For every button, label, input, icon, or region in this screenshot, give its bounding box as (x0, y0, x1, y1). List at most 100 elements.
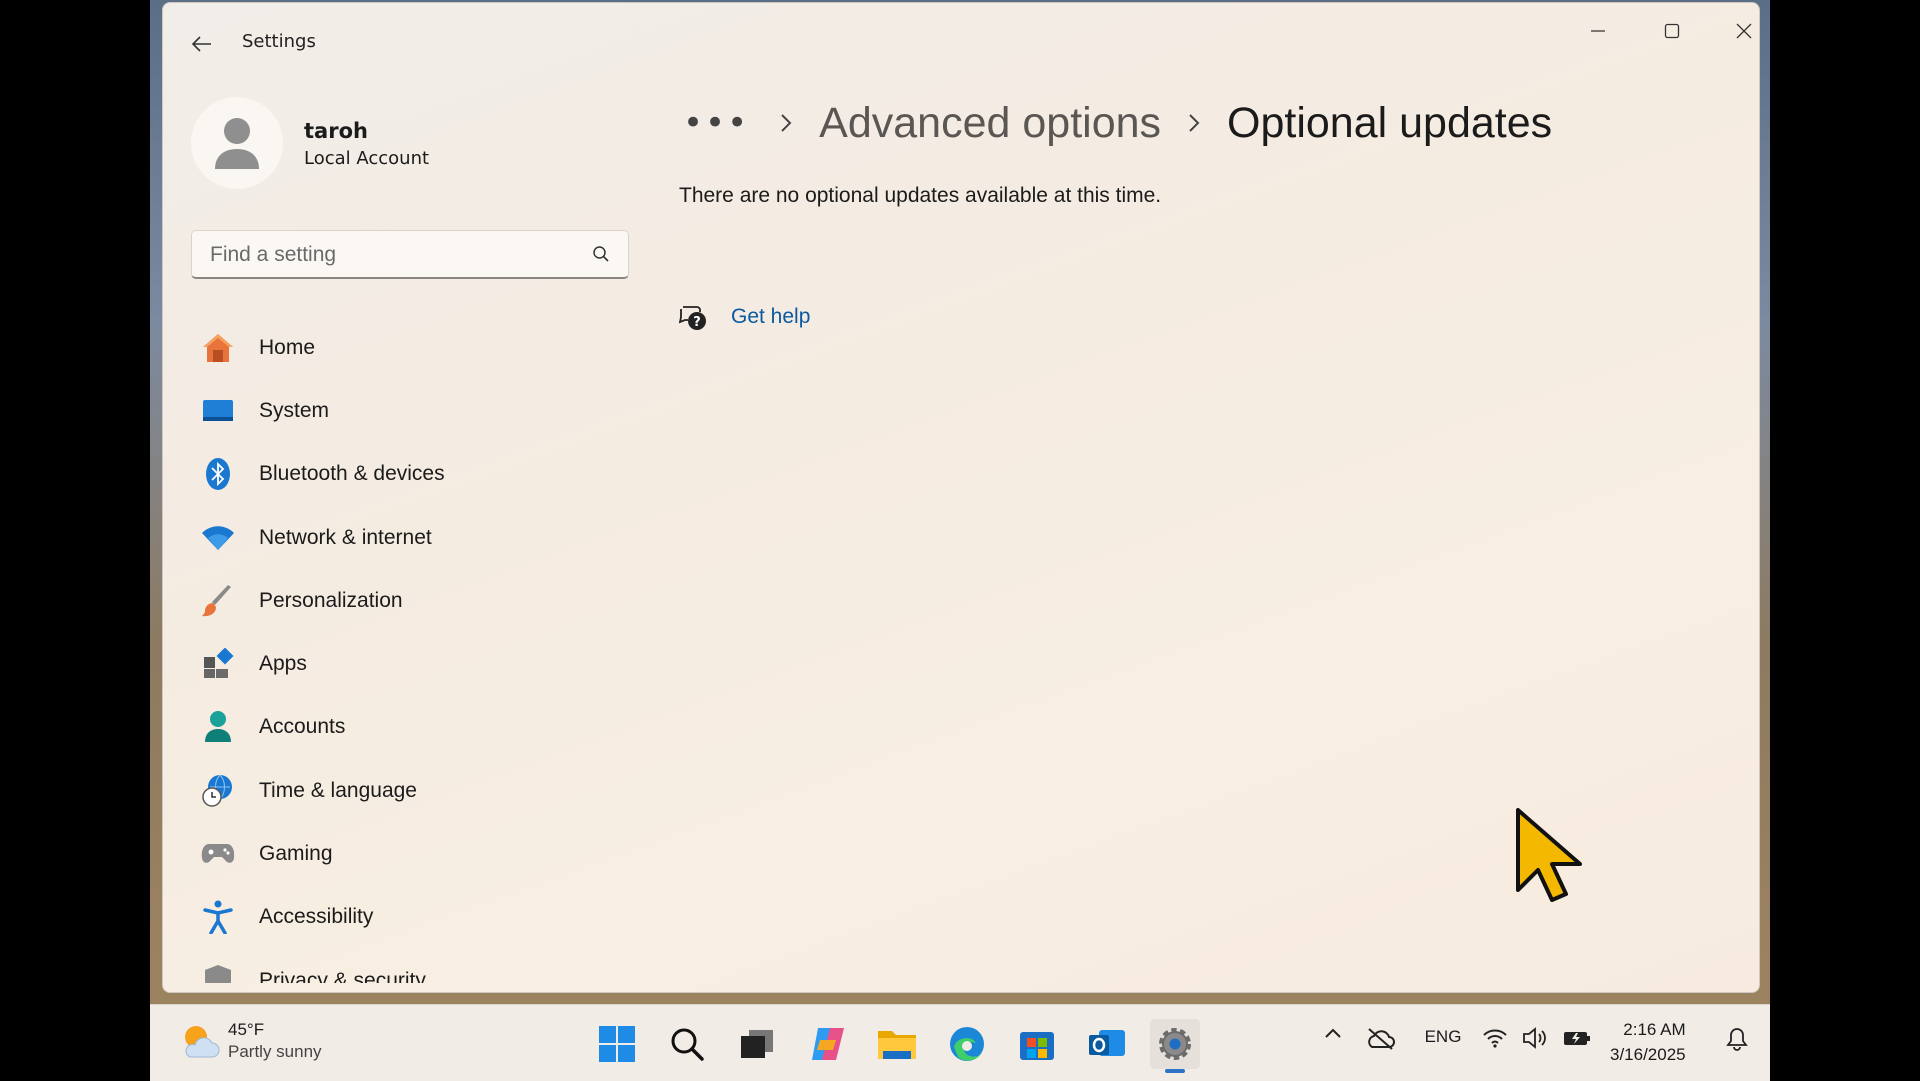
apps-icon (201, 647, 235, 681)
gamepad-icon (201, 837, 235, 871)
profile-name: taroh (304, 119, 368, 143)
brush-icon (201, 584, 235, 618)
letterbox-right (1770, 0, 1920, 1080)
sidebar-item-label: Gaming (259, 842, 333, 866)
maximize-icon (1664, 23, 1680, 39)
outlook-icon (1089, 1030, 1125, 1056)
help-chat-icon: ? (679, 306, 706, 330)
chevron-right-icon (781, 114, 792, 132)
sidebar-item-label: Privacy & security (259, 968, 426, 983)
globe-clock-icon (201, 774, 235, 808)
windows-logo-icon (599, 1026, 635, 1062)
settings-taskbar-button[interactable] (1150, 1019, 1200, 1073)
store-button[interactable] (1012, 1019, 1062, 1069)
sidebar-item-personalization[interactable]: Personalization (191, 569, 631, 632)
sidebar-item-system[interactable]: System (191, 379, 631, 442)
sidebar-item-home[interactable]: Home (191, 316, 631, 379)
back-button[interactable] (185, 27, 219, 61)
sidebar-item-label: Home (259, 335, 316, 359)
get-help-label: Get help (731, 305, 811, 328)
store-icon (1020, 1032, 1054, 1060)
folder-icon (878, 1031, 916, 1059)
edge-button[interactable] (942, 1019, 992, 1069)
title-bar: Settings (163, 3, 1759, 83)
sidebar-nav: Home System Bluetooth & devices Network … (191, 316, 631, 983)
back-arrow-icon (192, 36, 211, 52)
task-view-icon (741, 1030, 773, 1058)
taskbar-search-button[interactable] (662, 1019, 712, 1069)
outlook-button[interactable] (1082, 1019, 1132, 1069)
search-icon (671, 1028, 704, 1061)
search-icon[interactable] (592, 245, 610, 263)
sidebar-item-time-language[interactable]: Time & language (191, 759, 631, 822)
shield-icon (201, 964, 235, 983)
copilot-icon (812, 1028, 844, 1060)
sidebar-item-accounts[interactable]: Accounts (191, 696, 631, 759)
profile-account-type: Local Account (304, 148, 430, 169)
file-explorer-button[interactable] (872, 1019, 922, 1069)
system-icon (201, 394, 235, 428)
bluetooth-icon (201, 457, 235, 491)
weather-condition: Partly sunny (228, 1042, 322, 1061)
close-icon (1736, 23, 1752, 39)
cloud-offline-icon (1368, 1028, 1395, 1050)
avatar[interactable] (191, 97, 283, 189)
wifi-icon (201, 521, 235, 555)
language-indicator: ENG (1424, 1027, 1462, 1046)
settings-gear-icon (1159, 1028, 1191, 1060)
close-button[interactable] (1721, 15, 1759, 47)
notification-center-button[interactable] (1722, 1027, 1752, 1051)
taskbar: 45°F Partly sunny ENG 2:16 AM 3/16/2025 (150, 1004, 1770, 1081)
active-indicator (1165, 1069, 1185, 1073)
sidebar-item-label: Accounts (259, 715, 346, 739)
get-help-link[interactable]: ? Get help (679, 303, 810, 331)
volume-icon (1523, 1027, 1546, 1049)
minimize-icon (1591, 30, 1605, 32)
copilot-button[interactable] (802, 1019, 852, 1069)
window-title: Settings (242, 31, 316, 52)
partly-sunny-icon (185, 1026, 220, 1058)
sidebar-item-network[interactable]: Network & internet (191, 506, 631, 569)
breadcrumb-advanced-options[interactable]: Advanced options (819, 99, 1161, 148)
sidebar-item-label: Personalization (259, 588, 403, 612)
input-language-button[interactable]: ENG (1418, 1027, 1468, 1047)
mouse-pointer-icon (1516, 808, 1582, 902)
no-updates-message: There are no optional updates available … (679, 184, 1162, 207)
taskbar-clock[interactable]: 2:16 AM 3/16/2025 (1610, 1017, 1686, 1067)
weather-temperature: 45°F (228, 1020, 265, 1039)
sidebar-item-privacy-security[interactable]: Privacy & security (191, 949, 631, 983)
weather-widget[interactable]: 45°F Partly sunny (180, 1019, 322, 1063)
home-icon (201, 331, 235, 365)
clock-time: 2:16 AM (1623, 1020, 1686, 1039)
show-hidden-icons-button[interactable] (1318, 1027, 1348, 1039)
start-button[interactable] (592, 1019, 642, 1069)
svg-text:?: ? (693, 315, 701, 330)
chevron-right-icon (1189, 114, 1200, 132)
quick-settings-button[interactable] (1482, 1027, 1592, 1049)
page-title: Optional updates (1227, 98, 1553, 147)
sidebar-item-apps[interactable]: Apps (191, 632, 631, 695)
sidebar-item-label: Accessibility (259, 905, 374, 929)
letterbox-left (0, 0, 150, 1080)
notification-bell-icon (1726, 1028, 1748, 1051)
chevron-up-icon (1325, 1028, 1341, 1038)
task-view-button[interactable] (732, 1019, 782, 1069)
sidebar-item-accessibility[interactable]: Accessibility (191, 886, 631, 949)
sidebar-item-bluetooth[interactable]: Bluetooth & devices (191, 443, 631, 506)
breadcrumb-more-button[interactable]: ••• (683, 103, 749, 143)
user-placeholder-icon (215, 118, 259, 169)
search-input[interactable] (208, 231, 582, 279)
minimize-button[interactable] (1575, 15, 1621, 47)
maximize-button[interactable] (1649, 15, 1695, 47)
battery-charging-icon (1564, 1032, 1590, 1045)
sidebar-item-label: Bluetooth & devices (259, 462, 445, 486)
accessibility-icon (201, 900, 235, 935)
onedrive-tray-button[interactable] (1362, 1027, 1398, 1051)
sidebar-item-label: Network & internet (259, 525, 432, 549)
sidebar-item-gaming[interactable]: Gaming (191, 822, 631, 885)
search-box (191, 230, 629, 279)
edge-browser-icon (950, 1027, 984, 1061)
sidebar-item-label: System (259, 398, 330, 422)
sidebar-nav-viewport: Home System Bluetooth & devices Network … (163, 316, 663, 983)
clock-date: 3/16/2025 (1610, 1045, 1686, 1064)
